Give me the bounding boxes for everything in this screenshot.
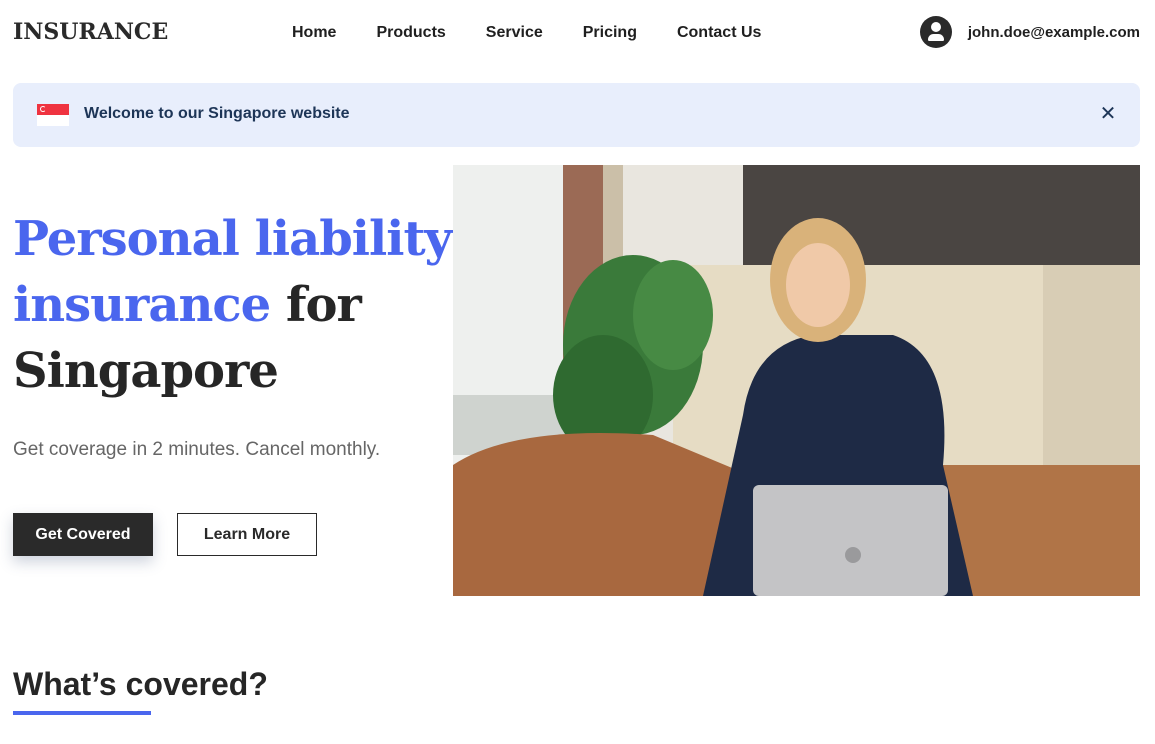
nav-pricing[interactable]: Pricing xyxy=(583,24,637,42)
user-menu[interactable]: john.doe@example.com xyxy=(919,16,1140,48)
nav-products[interactable]: Products xyxy=(376,24,445,42)
banner-text: Welcome to our Singapore website xyxy=(84,105,350,122)
site-header: INSURANCE Home Products Service Pricing … xyxy=(0,0,1155,68)
get-covered-button[interactable]: Get Covered xyxy=(13,513,153,556)
hero-title: Personal liability insurance for Singapo… xyxy=(13,206,453,404)
section-title: What’s covered? xyxy=(13,666,268,702)
hero-title-accent: Personal liability insurance xyxy=(13,211,453,333)
hero-photo-illustration xyxy=(453,165,1140,596)
account-circle-icon[interactable] xyxy=(919,16,952,48)
logo[interactable]: INSURANCE xyxy=(13,19,168,45)
user-email[interactable]: john.doe@example.com xyxy=(968,24,1140,41)
singapore-flag-icon xyxy=(37,104,69,126)
hero-image xyxy=(453,165,1140,596)
main-nav: Home Products Service Pricing Contact Us xyxy=(292,24,801,42)
hero-subtitle: Get coverage in 2 minutes. Cancel monthl… xyxy=(13,439,381,460)
locale-banner: Welcome to our Singapore website ✕ xyxy=(13,83,1140,147)
nav-contact-us[interactable]: Contact Us xyxy=(677,24,761,42)
section-title-underline xyxy=(13,711,151,715)
nav-service[interactable]: Service xyxy=(486,24,543,42)
close-icon[interactable]: ✕ xyxy=(1098,103,1118,125)
nav-home[interactable]: Home xyxy=(292,24,336,42)
learn-more-button[interactable]: Learn More xyxy=(177,513,317,556)
